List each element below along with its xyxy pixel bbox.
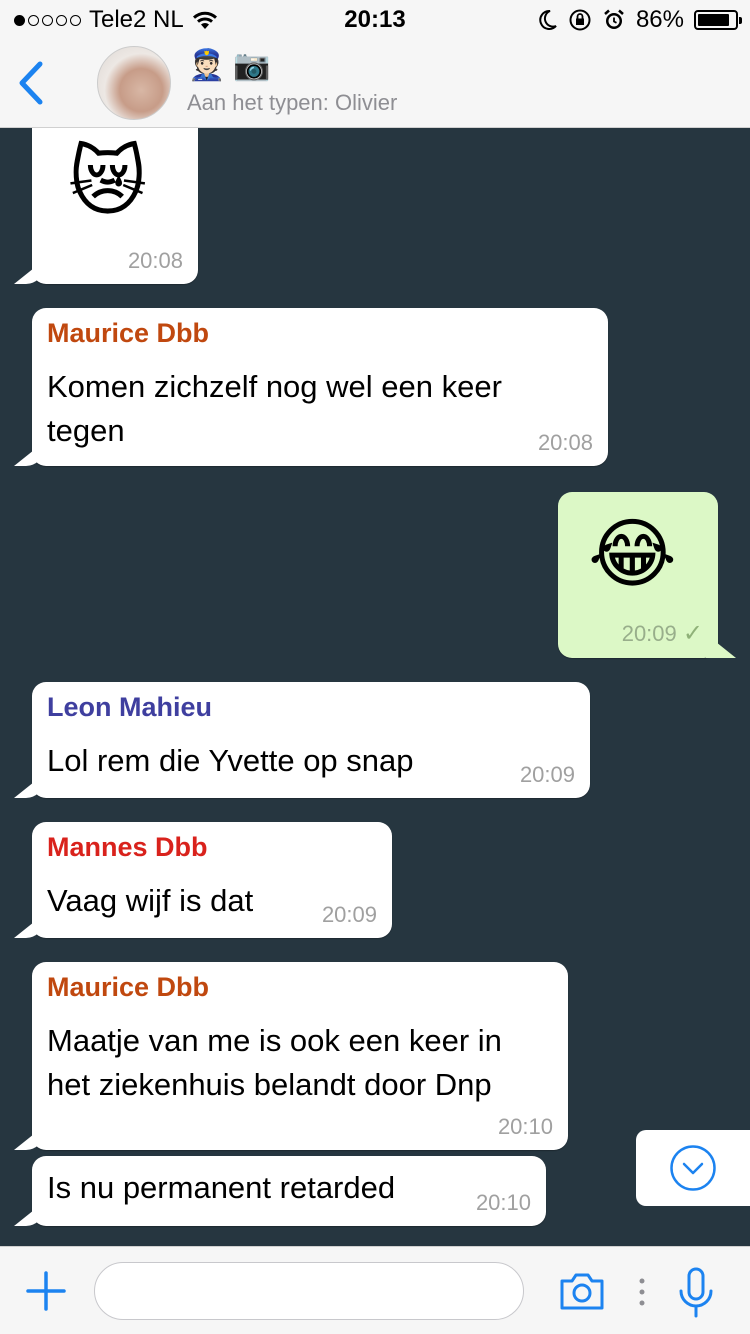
sender-name: Mannes Dbb [47, 832, 208, 862]
sender-name: Leon Mahieu [47, 692, 213, 722]
message-bubble[interactable]: Leon Mahieu Lol rem die Yvette op snap 2… [32, 682, 590, 798]
chevron-down-icon [670, 1145, 716, 1191]
police-officer-emoji: 👮🏻 [188, 49, 226, 82]
message-text: Vaag wijf is dat [47, 883, 254, 918]
scroll-to-bottom-button[interactable] [636, 1130, 750, 1206]
message-time: 20:09 ✓ [621, 620, 703, 647]
message-time: 20:08 [537, 430, 593, 455]
sender-name: Maurice Dbb [47, 318, 210, 348]
message-bubble[interactable]: Maurice Dbb Maatje van me is ook een kee… [32, 962, 568, 1150]
message-time: 20:09 [321, 902, 377, 927]
chat-header: 👮🏻 📷 Aan het typen: Olivier [0, 40, 750, 128]
message-time: 20:10 [497, 1114, 553, 1139]
message-time: 20:10 [475, 1190, 531, 1215]
camera-emoji: 📷 [233, 49, 271, 82]
plus-icon[interactable] [26, 1271, 66, 1311]
laughing-tears-emoji: 😂 [588, 512, 677, 597]
message-input[interactable] [94, 1262, 524, 1320]
chat-messages[interactable]: 😿 20:08 Maurice Dbb Komen zichzelf nog w… [0, 128, 750, 1246]
typing-status: Aan het typen: Olivier [187, 90, 398, 115]
orientation-lock-icon [569, 9, 591, 31]
message-time: 20:08 [127, 248, 183, 273]
sent-check-icon: ✓ [682, 620, 703, 647]
message-bubble-outgoing[interactable]: 😂 20:09 ✓ [558, 492, 718, 658]
moon-icon [539, 9, 557, 30]
microphone-icon[interactable] [676, 1267, 716, 1319]
message-bubble[interactable]: Mannes Dbb Vaag wijf is dat 20:09 [32, 822, 392, 938]
camera-icon[interactable] [558, 1271, 606, 1311]
message-time: 20:09 [519, 762, 575, 787]
group-avatar[interactable] [97, 46, 171, 120]
crying-cat-emoji: 😿 [68, 140, 148, 225]
battery-percent: 86% [635, 6, 684, 33]
status-bar: Tele2 NL 20:13 86% [0, 0, 750, 40]
more-dots-icon[interactable] [636, 1277, 648, 1307]
message-text: Lol rem die Yvette op snap [47, 743, 414, 778]
battery-level [698, 14, 729, 26]
chevron-left-icon[interactable] [12, 58, 52, 108]
message-text: Maatje van me is ook een keer in het zie… [47, 1023, 502, 1102]
message-text: Komen zichzelf nog wel een keer tegen [47, 369, 502, 448]
message-text: Is nu permanent retarded [47, 1170, 396, 1205]
sender-name: Maurice Dbb [47, 972, 210, 1002]
battery-icon [694, 10, 742, 30]
message-bubble[interactable]: Maurice Dbb Komen zichzelf nog wel een k… [32, 308, 608, 466]
message-bubble[interactable]: 😿 20:08 [32, 128, 198, 284]
message-bubble[interactable]: Is nu permanent retarded 20:10 [32, 1156, 546, 1226]
input-bar [0, 1246, 750, 1334]
group-title[interactable]: 👮🏻 📷 [188, 48, 271, 83]
status-right: 86% [538, 6, 742, 34]
alarm-icon [604, 9, 624, 29]
